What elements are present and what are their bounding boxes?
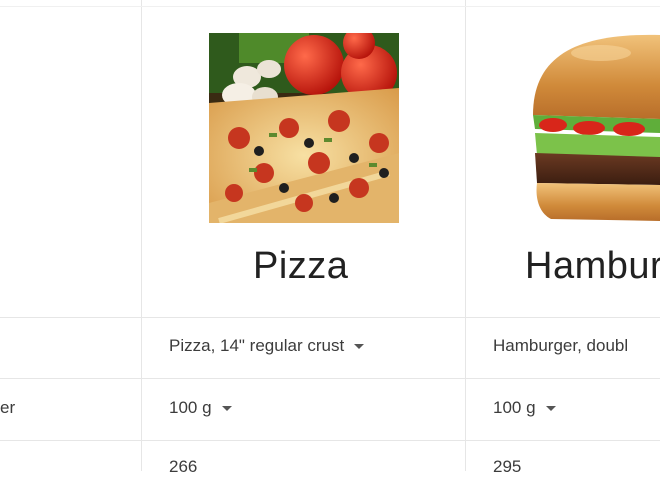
pizza-photo-icon [209, 33, 399, 223]
column-divider [141, 0, 142, 471]
hamburger-amount-label: 100 g [493, 398, 536, 417]
pizza-image [209, 33, 399, 223]
hamburger-amount-dropdown[interactable]: 100 g [493, 398, 556, 418]
pizza-variant-label: Pizza, 14" regular crust [169, 336, 345, 355]
pizza-calories-value: 266 [169, 457, 198, 476]
column-divider [465, 0, 466, 471]
row-divider [0, 317, 660, 318]
pizza-amount-dropdown[interactable]: 100 g [169, 398, 232, 418]
hamburger-photo-icon [531, 33, 660, 223]
row-label-fragment: er [0, 398, 16, 417]
food-name-hamburger: Hambur [525, 245, 660, 287]
pizza-amount-label: 100 g [169, 398, 212, 417]
dropdown-caret-icon [545, 406, 556, 412]
dropdown-caret-icon [354, 344, 365, 350]
pizza-variant-dropdown[interactable]: Pizza, 14" regular crust [169, 336, 365, 356]
hamburger-variant-label: Hamburger, doubl [493, 336, 629, 355]
row-divider [0, 440, 660, 441]
dropdown-caret-icon [221, 406, 232, 412]
hamburger-image [531, 33, 660, 223]
row-divider [0, 6, 660, 7]
hamburger-variant-dropdown[interactable]: Hamburger, doubl [493, 336, 628, 356]
food-name-pizza: Pizza [253, 245, 349, 287]
hamburger-calories-value: 295 [493, 457, 522, 476]
row-divider [0, 378, 660, 379]
